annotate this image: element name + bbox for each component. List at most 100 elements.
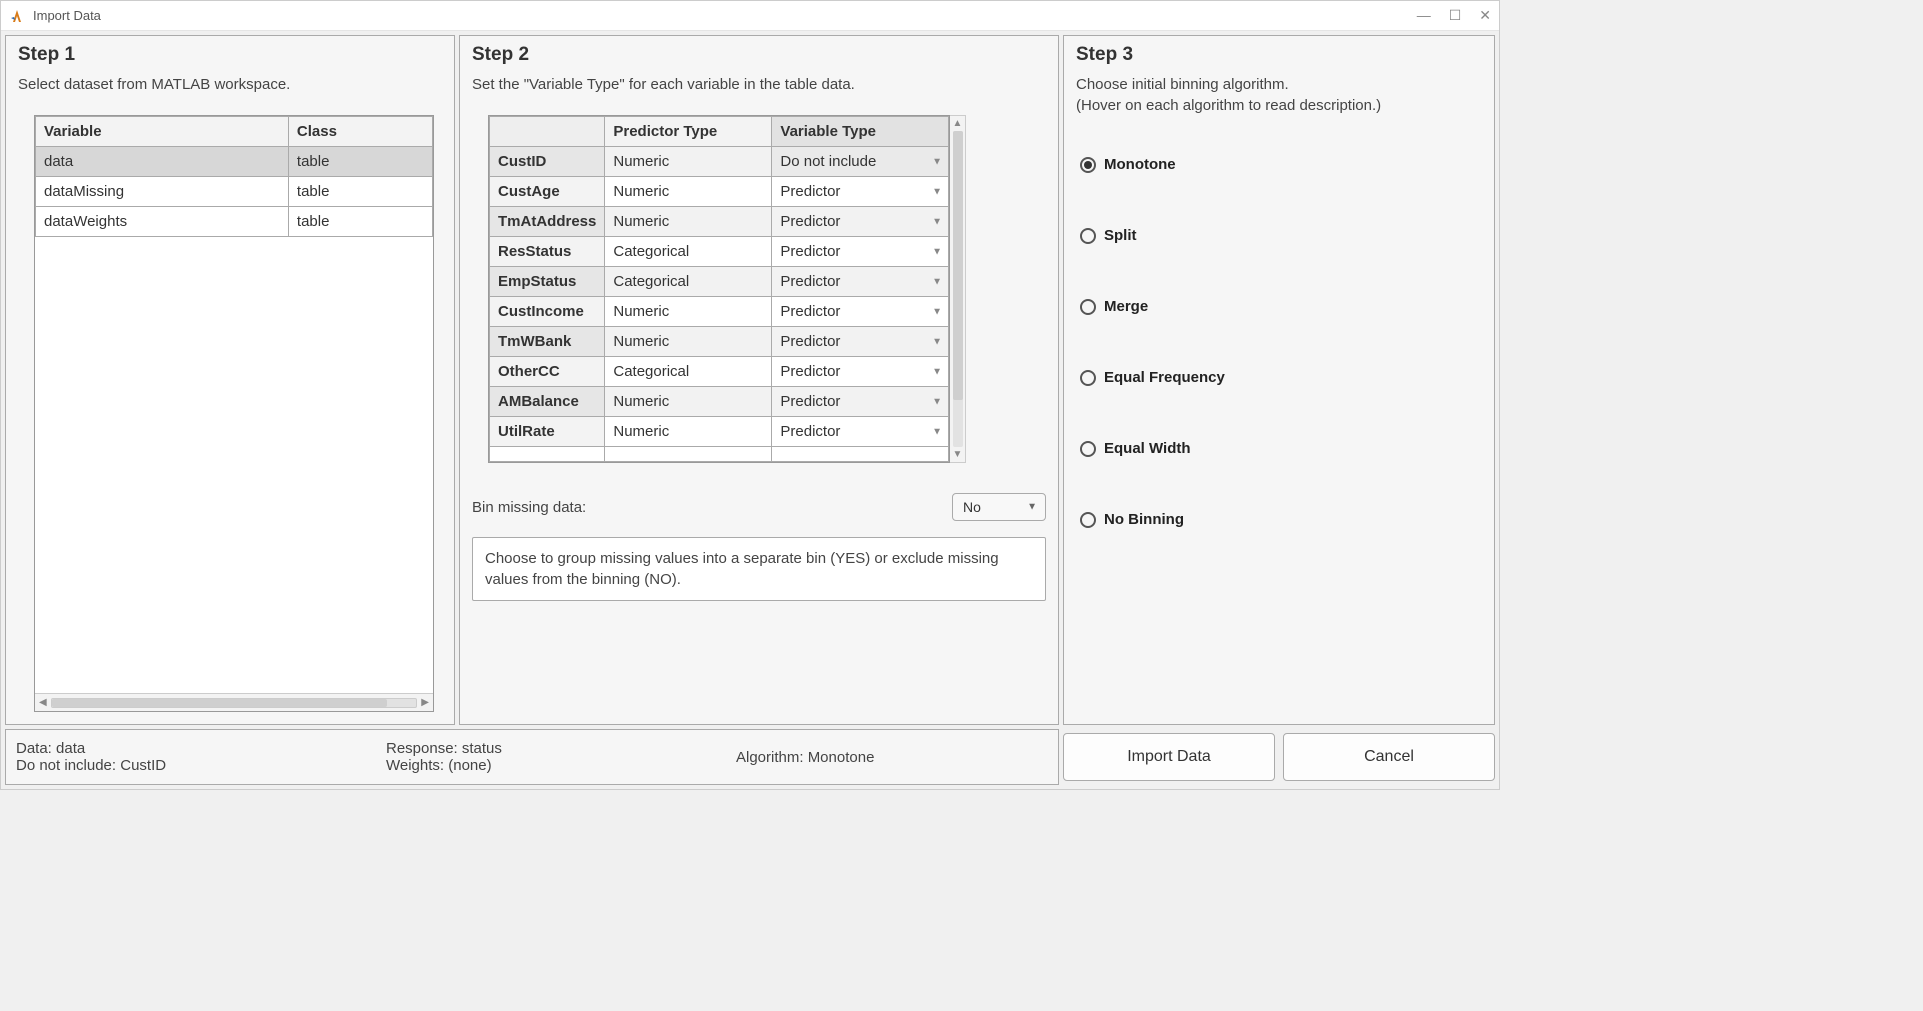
step2-variable-type-select[interactable]: Predictor▼: [772, 267, 949, 297]
step2-variable-type-select[interactable]: Predictor ▼: [772, 357, 949, 387]
step2-predictor-type-cell: Categorical: [605, 357, 772, 387]
step1-instruction: Select dataset from MATLAB workspace.: [18, 76, 442, 93]
radio-label: Merge: [1104, 298, 1148, 315]
bin-missing-label: Bin missing data:: [472, 499, 952, 516]
step2-predictor-type-cell: Categorical: [605, 267, 772, 297]
step2-instruction: Set the "Variable Type" for each variabl…: [472, 76, 1046, 93]
step2-row: TmWBankNumericPredictor▼: [490, 327, 949, 357]
step2-vscrollbar[interactable]: ▲ ▼: [950, 115, 966, 463]
step2-row: UtilRateNumericPredictor▼: [490, 417, 949, 447]
step2-row: AMBalanceNumericPredictor▼: [490, 387, 949, 417]
step2-variable-type-value: Predictor: [780, 273, 840, 290]
radio-option[interactable]: Monotone: [1080, 156, 1482, 173]
step1-panel: Step 1 Select dataset from MATLAB worksp…: [5, 35, 455, 725]
step1-cell-variable: dataMissing: [36, 177, 289, 207]
step2-predictor-type-cell: Categorical: [605, 237, 772, 267]
bin-missing-select[interactable]: No ▼: [952, 493, 1046, 521]
radio-option[interactable]: Merge: [1080, 298, 1482, 315]
step2-row-name: EmpStatus: [490, 267, 605, 297]
binning-algorithm-radio-group: Monotone Split Merge Equal Frequency Equal W…: [1076, 156, 1482, 528]
minimize-button[interactable]: —: [1417, 7, 1431, 24]
step2-variable-type-select[interactable]: Predictor ▼: [772, 417, 949, 447]
step2-variable-type-value: Predictor: [780, 303, 840, 320]
chevron-down-icon: ▼: [932, 426, 942, 437]
step2-variable-type-select[interactable]: Do not include▼: [772, 147, 949, 177]
step2-row: CustAgeNumericPredictor▼: [490, 177, 949, 207]
step2-row-name: OtherCC: [490, 357, 605, 387]
step2-predictor-type-cell: Numeric: [605, 207, 772, 237]
close-button[interactable]: ✕: [1479, 7, 1491, 24]
titlebar: Import Data — ☐ ✕: [1, 1, 1499, 31]
hscroll-track[interactable]: [51, 698, 418, 708]
step1-row[interactable]: dataWeightstable: [36, 207, 433, 237]
bin-missing-hint: Choose to group missing values into a se…: [472, 537, 1046, 601]
import-data-dialog: Import Data — ☐ ✕ Step 1 Select dataset …: [0, 0, 1500, 790]
chevron-down-icon: ▼: [932, 336, 942, 347]
step2-row: EmpStatusCategoricalPredictor▼: [490, 267, 949, 297]
maximize-button[interactable]: ☐: [1449, 7, 1462, 24]
step1-row[interactable]: dataMissingtable: [36, 177, 433, 207]
step1-row[interactable]: datatable: [36, 147, 433, 177]
step1-cell-variable: dataWeights: [36, 207, 289, 237]
step2-variable-type-value: Predictor: [780, 213, 840, 230]
step2-header-predictor-type[interactable]: Predictor Type: [605, 117, 772, 147]
cancel-button[interactable]: Cancel: [1283, 733, 1495, 781]
step1-header-class[interactable]: Class: [288, 117, 432, 147]
import-data-button[interactable]: Import Data: [1063, 733, 1275, 781]
hscroll-thumb[interactable]: [52, 699, 387, 707]
step2-variable-type-select[interactable]: Predictor▼: [772, 327, 949, 357]
step2-variable-type-select[interactable]: Predictor ▼: [772, 297, 949, 327]
step2-title: Step 2: [472, 44, 1046, 66]
step1-table-empty-area: [35, 237, 433, 693]
step2-row: ResStatusCategoricalPredictor▼: [490, 237, 949, 267]
scroll-down-icon[interactable]: ▼: [953, 449, 963, 460]
radio-option[interactable]: Split: [1080, 227, 1482, 244]
step2-header-variable-type[interactable]: Variable Type: [772, 117, 949, 147]
step2-variable-type-select[interactable]: Predictor ▼: [772, 207, 949, 237]
step2-variable-type-select[interactable]: Predictor▼: [772, 177, 949, 207]
step2-predictor-type-cell: Numeric: [605, 297, 772, 327]
vscroll-track[interactable]: [953, 131, 963, 447]
step1-title: Step 1: [18, 44, 442, 66]
radio-option[interactable]: Equal Width: [1080, 440, 1482, 457]
scroll-up-icon[interactable]: ▲: [953, 118, 963, 129]
step2-predictor-type-cell: Numeric: [605, 327, 772, 357]
step2-predictor-type-cell: Numeric: [605, 147, 772, 177]
status-data: Data: data: [16, 740, 386, 757]
radio-option[interactable]: No Binning: [1080, 511, 1482, 528]
step2-variable-type-value: Predictor: [780, 363, 840, 380]
window-controls: — ☐ ✕: [1417, 7, 1491, 24]
chevron-down-icon: ▼: [932, 366, 942, 377]
chevron-down-icon: ▼: [932, 306, 942, 317]
vscroll-thumb[interactable]: [953, 131, 963, 400]
chevron-down-icon: ▼: [1027, 502, 1037, 513]
step2-variable-type-value: Predictor: [780, 393, 840, 410]
step3-panel: Step 3 Choose initial binning algorithm.…: [1063, 35, 1495, 725]
status-bar: Data: data Do not include: CustID Respon…: [5, 729, 1059, 785]
step2-variable-type-value: Predictor: [780, 423, 840, 440]
step2-row-name: UtilRate: [490, 417, 605, 447]
chevron-down-icon: ▼: [932, 186, 942, 197]
radio-label: Equal Frequency: [1104, 369, 1225, 386]
chevron-down-icon: ▼: [932, 156, 942, 167]
step2-header-blank: [490, 117, 605, 147]
step2-variable-type-select[interactable]: Predictor▼: [772, 237, 949, 267]
step1-header-variable[interactable]: Variable: [36, 117, 289, 147]
step2-row-name: CustIncome: [490, 297, 605, 327]
scroll-left-icon[interactable]: ◀: [39, 697, 47, 708]
step1-cell-class: table: [288, 207, 432, 237]
radio-label: Split: [1104, 227, 1137, 244]
step2-row-name: AMBalance: [490, 387, 605, 417]
step2-row: CustIDNumericDo not include▼: [490, 147, 949, 177]
step1-hscrollbar[interactable]: ◀ ▶: [35, 693, 433, 711]
step2-variable-type-select[interactable]: Predictor▼: [772, 387, 949, 417]
step2-row-name: CustID: [490, 147, 605, 177]
step2-row-name: ResStatus: [490, 237, 605, 267]
window-title: Import Data: [33, 8, 1417, 23]
step1-table: Variable Class datatabledataMissingtable…: [34, 115, 434, 712]
step2-variable-type-value: Predictor: [780, 243, 840, 260]
scroll-right-icon[interactable]: ▶: [421, 697, 429, 708]
step2-row-name: TmAtAddress: [490, 207, 605, 237]
radio-option[interactable]: Equal Frequency: [1080, 369, 1482, 386]
chevron-down-icon: ▼: [932, 216, 942, 227]
